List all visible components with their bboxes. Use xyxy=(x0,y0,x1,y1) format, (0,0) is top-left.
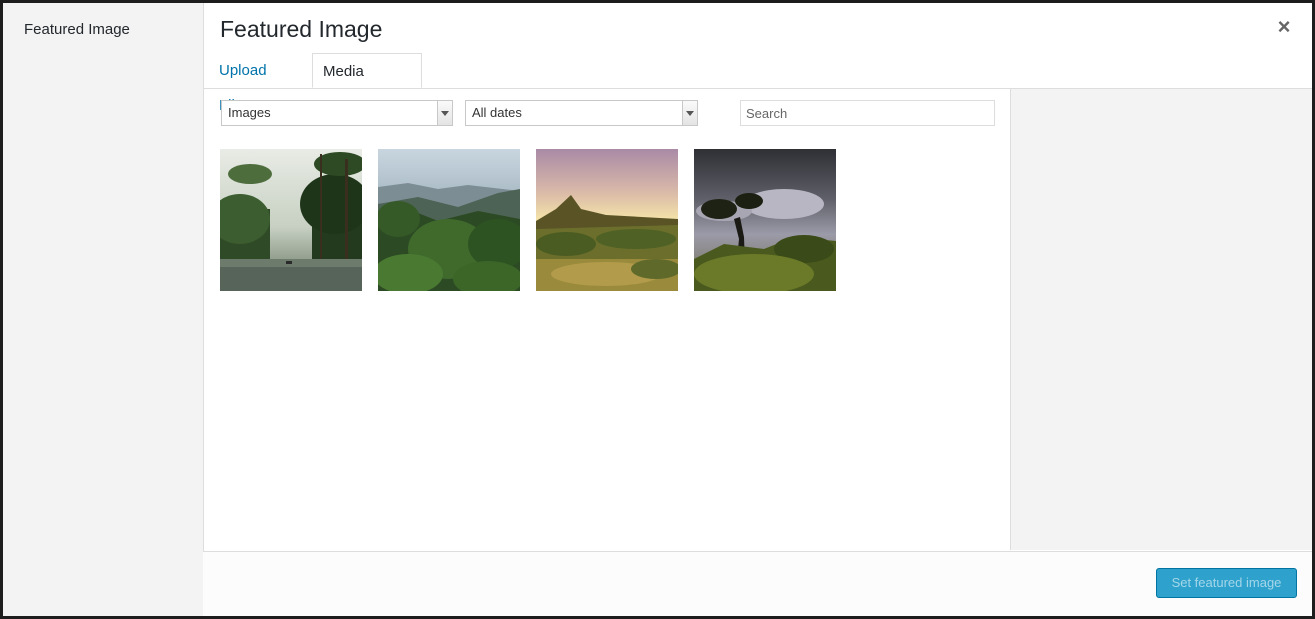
attachment-forest-hills[interactable] xyxy=(378,149,520,291)
chevron-down-icon xyxy=(682,101,697,125)
tab-media-library[interactable]: Media Library xyxy=(312,53,422,115)
attachment-stormy-trees[interactable] xyxy=(694,149,836,291)
date-filter[interactable]: All dates xyxy=(465,100,698,126)
chevron-down-icon xyxy=(437,101,452,125)
media-menu-sidebar: Featured Image xyxy=(3,3,204,616)
modal-footer: Set featured image xyxy=(203,551,1312,616)
thumbnail-image xyxy=(220,149,362,291)
thumbnail-image xyxy=(536,149,678,291)
attachment-mountain-sunset[interactable] xyxy=(536,149,678,291)
close-icon[interactable]: × xyxy=(1274,16,1294,38)
sidebar-item-featured-image[interactable]: Featured Image xyxy=(24,21,130,38)
thumbnail-image xyxy=(378,149,520,291)
attachment-river-palms[interactable] xyxy=(220,149,362,291)
date-filter-value: All dates xyxy=(472,105,522,120)
thumbnail-image xyxy=(694,149,836,291)
tab-upload-files[interactable]: Upload Files xyxy=(209,53,312,114)
attachment-type-filter[interactable]: Images xyxy=(221,100,453,126)
set-featured-image-button[interactable]: Set featured image xyxy=(1156,568,1297,598)
modal-title: Featured Image xyxy=(220,16,383,42)
attachment-details-sidebar xyxy=(1010,89,1312,550)
attachment-type-filter-value: Images xyxy=(228,105,271,120)
media-modal: Featured Image Featured Image × Upload F… xyxy=(0,0,1315,619)
search-input[interactable] xyxy=(740,100,995,126)
